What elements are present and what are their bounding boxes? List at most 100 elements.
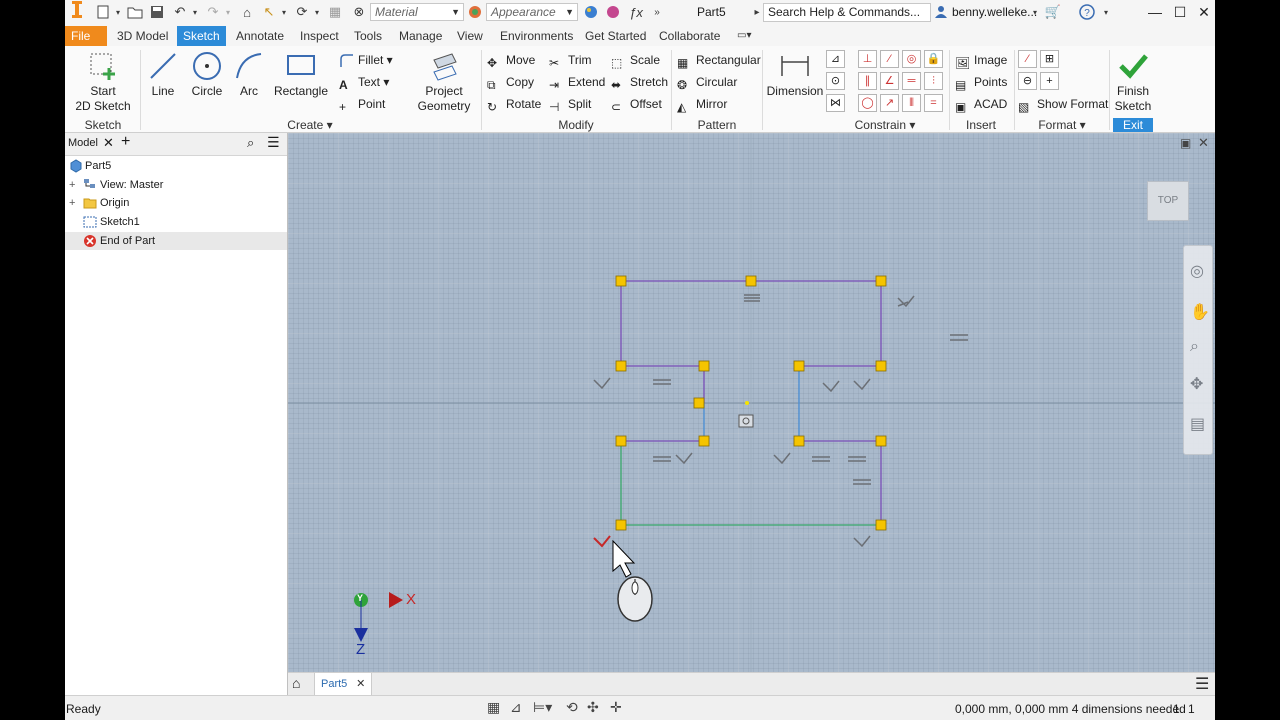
move-button[interactable]: ✥ Move <box>487 51 535 70</box>
tree-item-sketch1[interactable]: Sketch1 <box>65 213 287 231</box>
appearance-combo[interactable]: Appearance ▼ <box>486 3 578 21</box>
new-icon[interactable] <box>95 4 111 20</box>
tree-item-part5[interactable]: Part5 <box>65 157 287 175</box>
help-dropdown-icon[interactable]: ▾ <box>1098 4 1114 20</box>
constraint-horizontal-icon[interactable]: ∠ <box>880 72 899 90</box>
tab-3d-model[interactable]: 3D Model <box>111 26 174 46</box>
center-point-icon[interactable]: + <box>1040 72 1059 90</box>
save-icon[interactable] <box>149 4 165 20</box>
constraint-tangent-icon[interactable]: ◯ <box>858 94 877 112</box>
tab-sketch[interactable]: Sketch <box>177 26 226 46</box>
graphics-viewport[interactable]: Y X Z TOP ▣ ✕ ◎ ✋ ⌕ ✥ ▤ <box>288 133 1215 672</box>
snap-icon[interactable]: ✛ <box>610 699 622 716</box>
material-combo[interactable]: Material ▼ <box>370 3 464 21</box>
user-dropdown-icon[interactable]: ▾ <box>1027 4 1043 20</box>
split-button[interactable]: ⊣ Split <box>549 95 591 114</box>
insert-image-button[interactable]: 🖼 Image <box>955 51 1007 70</box>
expand-chevrons-icon[interactable]: » <box>649 4 665 20</box>
clear-appearance-icon[interactable] <box>605 4 621 20</box>
home-icon[interactable]: ⌂ <box>292 675 300 691</box>
close-icon[interactable]: ✕ <box>1192 2 1215 22</box>
zoom-icon[interactable]: ⌕ <box>1190 338 1199 356</box>
dimension-button[interactable]: Dimension <box>765 50 825 99</box>
appearance-icon[interactable] <box>467 4 483 20</box>
look-at-icon[interactable]: ▤ <box>1190 414 1205 434</box>
cart-icon[interactable]: 🛒 <box>1045 4 1061 20</box>
trim-button[interactable]: ✂ Trim <box>549 51 592 70</box>
tab-inspect[interactable]: Inspect <box>294 26 345 46</box>
add-icon[interactable]: + <box>121 133 130 151</box>
line-button[interactable]: Line <box>145 50 181 99</box>
show-format-button[interactable]: ▧ Show Format <box>1018 95 1108 114</box>
group-label-create[interactable]: Create ▾ <box>145 118 475 132</box>
project-geometry-button[interactable]: Project Geometry <box>411 50 477 114</box>
copy-button[interactable]: ⧉ Copy <box>487 73 534 92</box>
steering-wheel-icon[interactable]: ◎ <box>1190 261 1204 281</box>
start-2d-sketch-button[interactable]: Start 2D Sketch <box>75 50 131 114</box>
constraint-coincident-icon[interactable]: ⊙ <box>826 72 845 90</box>
close-viewport-icon[interactable]: ✕ <box>1198 135 1209 151</box>
menu-icon[interactable]: ☰ <box>267 134 280 151</box>
constraint-fix-icon[interactable]: ⊿ <box>826 50 845 68</box>
new-dropdown-icon[interactable]: ▾ <box>110 4 126 20</box>
close-icon[interactable]: ✕ <box>103 135 114 151</box>
redo-dropdown-icon[interactable]: ▾ <box>220 4 236 20</box>
select-dropdown-icon[interactable]: ▾ <box>276 4 292 20</box>
tab-manage[interactable]: Manage <box>393 26 448 46</box>
tab-tools[interactable]: Tools <box>348 26 388 46</box>
tab-collaborate[interactable]: Collaborate <box>653 26 726 46</box>
ribbon-display-options-icon[interactable]: ▭▾ <box>731 26 757 46</box>
parameters-fx-icon[interactable]: ƒx <box>628 4 644 20</box>
insert-points-button[interactable]: ▤ Points <box>955 73 1007 92</box>
finish-sketch-button[interactable]: Finish Sketch <box>1111 50 1155 114</box>
search-icon[interactable]: ⌕ <box>247 135 254 151</box>
centerline-icon[interactable]: ⊖ <box>1018 72 1037 90</box>
viewcube[interactable]: TOP <box>1147 181 1189 221</box>
tree-item-end-of-part[interactable]: End of Part <box>65 232 287 250</box>
menu-icon[interactable]: ☰ <box>1195 674 1209 694</box>
help-icon[interactable]: ? <box>1079 4 1095 20</box>
user-account[interactable]: benny.welleke... <box>952 5 1037 19</box>
constraint-collinear-icon[interactable]: ⁄ <box>880 50 899 68</box>
undo-dropdown-icon[interactable]: ▾ <box>187 4 203 20</box>
driven-dimension-icon[interactable]: ⊞ <box>1040 50 1059 68</box>
user-icon[interactable] <box>933 4 949 20</box>
tab-annotate[interactable]: Annotate <box>230 26 290 46</box>
select-icon[interactable]: ↖ <box>261 4 277 20</box>
fillet-button[interactable]: Fillet ▾ <box>339 51 393 69</box>
constraint-symmetric-icon[interactable]: ⋈ <box>826 94 845 112</box>
measure-icon[interactable]: ▦ <box>327 4 343 20</box>
update-icon[interactable]: ⟳ <box>294 4 310 20</box>
constraint-equal-icon[interactable]: = <box>924 94 943 112</box>
constraint-equal-h-icon[interactable]: ═ <box>902 72 921 90</box>
undo-icon[interactable]: ↶ <box>172 4 188 20</box>
tree-item-origin[interactable]: + Origin <box>65 194 287 212</box>
construction-icon[interactable]: ⁄ <box>1018 50 1037 68</box>
group-label-constrain[interactable]: Constrain ▾ <box>825 118 945 132</box>
constraint-vertical-icon[interactable]: ⫴ <box>902 94 921 112</box>
material-icon[interactable]: ⊗ <box>351 4 367 20</box>
tab-file[interactable]: File <box>65 26 107 46</box>
tree-item-view-master[interactable]: + View: Master <box>65 176 287 194</box>
constraint-inference-icon[interactable]: ⟲ <box>566 699 578 716</box>
circular-pattern-button[interactable]: ❂ Circular <box>677 73 737 92</box>
maximize-icon[interactable]: ☐ <box>1168 2 1192 22</box>
constraint-perpendicular-icon[interactable]: ⊥ <box>858 50 877 68</box>
browser-tab-model[interactable]: Model <box>68 137 98 149</box>
expand-icon[interactable]: + <box>69 176 75 194</box>
show-constraints-icon[interactable]: ⊿ <box>510 699 522 716</box>
tab-view[interactable]: View <box>451 26 489 46</box>
search-input[interactable]: Search Help & Commands... <box>763 3 931 22</box>
redo-icon[interactable]: ↷ <box>205 4 221 20</box>
update-dropdown-icon[interactable]: ▾ <box>309 4 325 20</box>
tab-get-started[interactable]: Get Started <box>579 26 652 46</box>
tab-environments[interactable]: Environments <box>494 26 579 46</box>
constraint-parallel-icon[interactable]: ∥ <box>858 72 877 90</box>
pan-hand-icon[interactable]: ✋ <box>1190 302 1210 322</box>
constraint-smooth-icon[interactable]: ↗ <box>880 94 899 112</box>
rectangular-pattern-button[interactable]: ▦ Rectangular <box>677 51 761 70</box>
insert-acad-button[interactable]: ▣ ACAD <box>955 95 1007 114</box>
point-button[interactable]: + Point <box>339 95 385 114</box>
group-label-format[interactable]: Format ▾ <box>1017 118 1107 132</box>
grid-snap-icon[interactable]: ▦ <box>487 699 500 716</box>
